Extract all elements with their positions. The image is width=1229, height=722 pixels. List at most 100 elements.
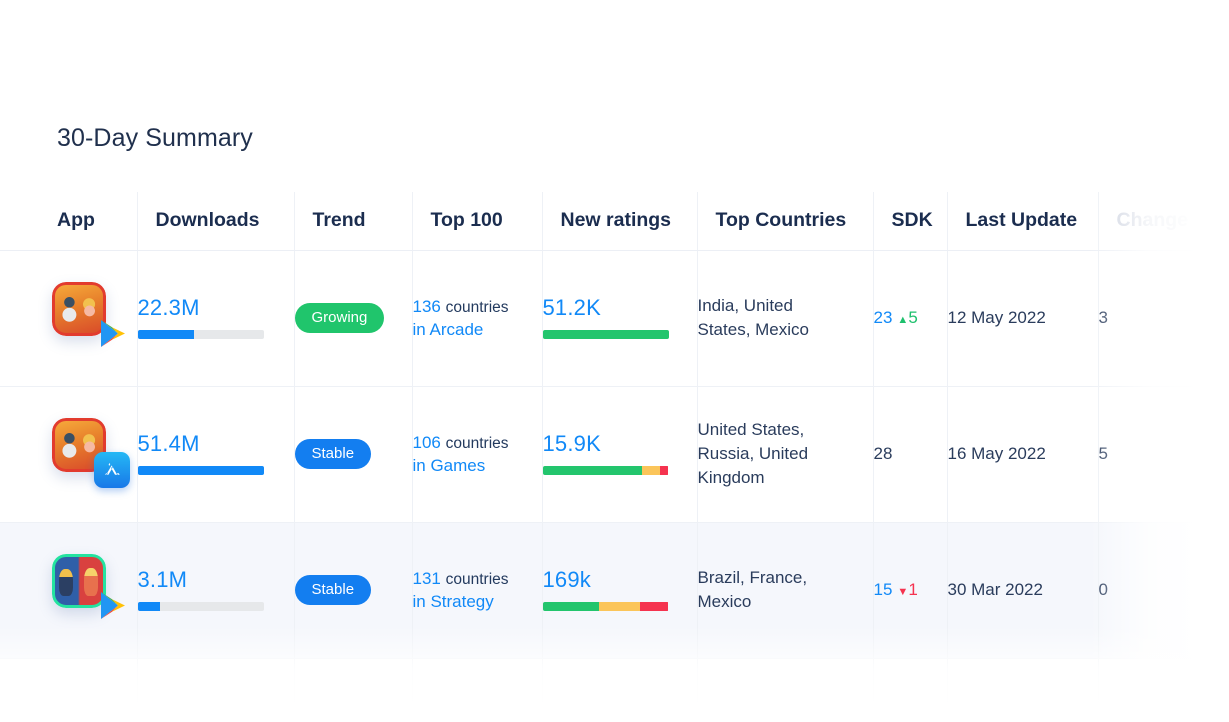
cell-downloads: 22.3M [137,250,295,387]
top100-count: 106 [412,432,441,452]
change-value: 3 [1098,308,1108,327]
cell-trend: Stable [294,386,413,523]
new-ratings-value: 15.9K [542,431,601,456]
ratings-distribution-bar [542,466,669,475]
screen: 30-Day Summary App Downloads Trend Top 1… [0,0,1229,722]
table-header-row: App Downloads Trend Top 100 New ratings … [0,192,1229,251]
change-value: 0 [1098,580,1108,599]
cell-top100[interactable]: 131 countries in Strategy [412,522,543,659]
cell-empty [294,658,413,722]
top100-text[interactable]: 131 countries in Strategy [413,567,521,614]
cell-trend: Growing [294,250,413,387]
cell-sdk: 28 [873,386,948,523]
cell-app[interactable] [0,250,138,387]
table-row[interactable]: 22.3M Growing 136 countries in Arcade 51.2K I… [0,250,1229,387]
ratings-distribution-bar [542,330,669,339]
cell-app[interactable] [0,522,138,659]
cell-sdk: 15 ▼1 [873,522,948,659]
cell-change: 5 [1098,386,1229,523]
sdk-count: 28 [873,444,893,463]
cell-last-update: 12 May 2022 [947,250,1099,387]
column-header-top100[interactable]: Top 100 [412,192,543,251]
cell-top-countries: Brazil, France, Mexico [697,522,874,659]
cell-new-ratings: 169k [542,522,698,659]
sdk-count: 15 [873,580,893,599]
table-row[interactable]: 51.4M Stable 106 countries in Games 15.9K Uni… [0,386,1229,523]
sdk-count: 23 [873,308,893,327]
app-icon-stack[interactable] [52,418,130,490]
top100-count: 131 [412,568,441,588]
top100-unit: countries [445,434,509,452]
cell-empty [412,658,543,722]
column-header-top-countries[interactable]: Top Countries [697,192,874,251]
cell-empty [542,658,698,722]
page-title: 30-Day Summary [57,124,253,152]
cell-downloads: 51.4M [137,386,295,523]
sdk-delta-up-icon: ▲5 [897,308,918,327]
cell-app[interactable] [0,386,138,523]
column-header-downloads[interactable]: Downloads [137,192,295,251]
cell-top100[interactable]: 106 countries in Games [412,386,543,523]
column-header-app[interactable]: App [0,192,138,251]
trend-badge: Stable [294,439,372,469]
top100-unit: countries [445,298,509,316]
new-ratings-value: 169k [542,567,592,592]
summary-table-wrapper: App Downloads Trend Top 100 New ratings … [0,192,1229,722]
app-store-badge-icon [94,452,130,488]
top100-count: 136 [412,296,441,316]
table-header: App Downloads Trend Top 100 New ratings … [0,192,1229,251]
downloads-value: 51.4M [137,431,200,456]
cell-change: 3 [1098,250,1229,387]
cell-top-countries: United States, Russia, United Kingdom [697,386,874,523]
trend-badge: Stable [294,575,372,605]
column-header-trend[interactable]: Trend [294,192,413,251]
cell-empty [0,658,138,722]
google-play-badge-icon [94,588,130,624]
cell-new-ratings: 51.2K [542,250,698,387]
app-icon-stack[interactable] [52,554,130,626]
sdk-value: 23 ▲5 [874,308,947,328]
new-ratings-value: 51.2K [542,295,601,320]
top100-unit: countries [445,570,509,588]
cell-empty [1098,658,1229,722]
top100-text[interactable]: 106 countries in Games [413,431,521,478]
top100-category[interactable]: in Strategy [413,592,494,611]
top-countries-text: Brazil, France, Mexico [697,567,808,611]
summary-table: App Downloads Trend Top 100 New ratings … [0,192,1229,722]
cell-new-ratings: 15.9K [542,386,698,523]
cell-top-countries: India, United States, Mexico [697,250,874,387]
cell-last-update: 30 Mar 2022 [947,522,1099,659]
cell-downloads: 3.1M [137,522,295,659]
google-play-badge-icon [94,316,130,352]
column-header-new-ratings[interactable]: New ratings [542,192,698,251]
top100-text[interactable]: 136 countries in Arcade [413,295,521,342]
change-value: 5 [1098,444,1108,463]
column-header-last-update[interactable]: Last Update [947,192,1099,251]
downloads-progress-bar [137,466,264,475]
app-icon-stack[interactable] [52,282,130,354]
last-update-date: 30 Mar 2022 [947,580,1043,599]
downloads-progress-bar [137,330,264,339]
trend-badge: Growing [294,303,385,333]
cell-sdk: 23 ▲5 [873,250,948,387]
cell-change: 0 [1098,522,1229,659]
sdk-value: 28 [874,444,947,464]
table-body: 22.3M Growing 136 countries in Arcade 51.2K I… [0,250,1229,722]
table-row-partial [0,658,1229,722]
cell-trend: Stable [294,522,413,659]
top-countries-text: United States, Russia, United Kingdom [697,419,809,488]
cell-last-update: 16 May 2022 [947,386,1099,523]
ratings-distribution-bar [542,602,669,611]
cell-empty [697,658,874,722]
column-header-change[interactable]: Change [1098,192,1229,251]
column-header-sdk[interactable]: SDK [873,192,948,251]
cell-empty [947,658,1099,722]
cell-empty [137,658,295,722]
cell-empty [873,658,948,722]
top100-category[interactable]: in Games [413,456,486,475]
top100-category[interactable]: in Arcade [413,320,484,339]
downloads-progress-bar [137,602,264,611]
cell-top100[interactable]: 136 countries in Arcade [412,250,543,387]
top-countries-text: India, United States, Mexico [697,295,810,339]
table-row[interactable]: 3.1M Stable 131 countries in Strategy 169k Br… [0,522,1229,659]
